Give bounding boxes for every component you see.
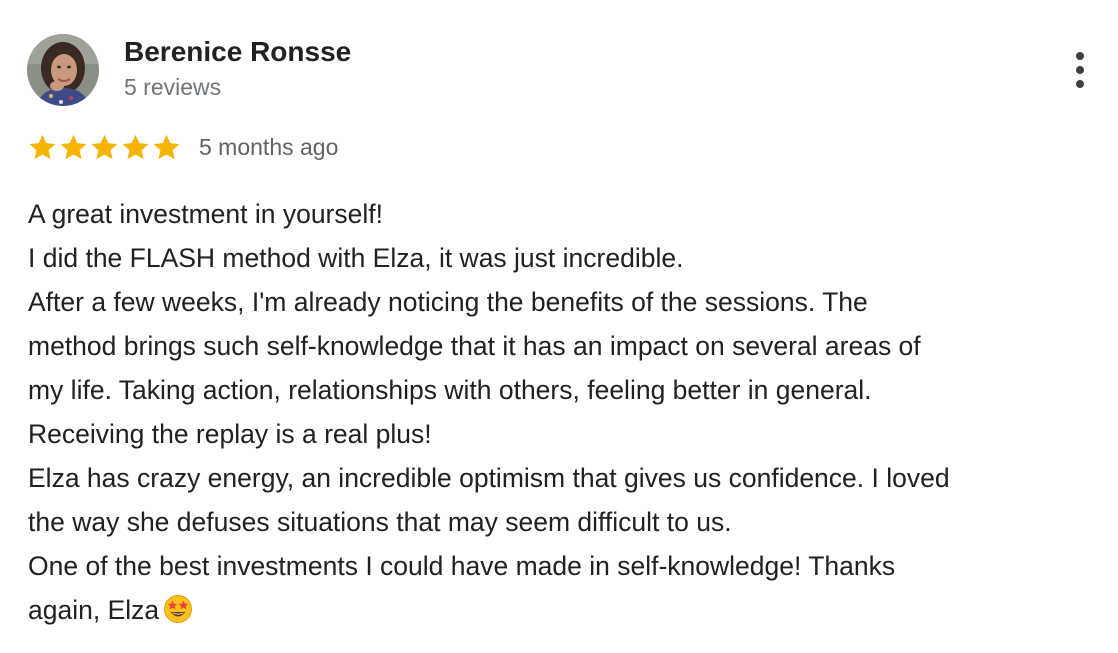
review-text: A great investment in yourself! I did th… — [28, 192, 1113, 632]
star-struck-emoji — [164, 595, 193, 623]
author-review-count[interactable]: 5 reviews — [124, 74, 221, 101]
star-rating — [27, 132, 182, 163]
star-icon — [29, 134, 56, 159]
review-line: my life. Taking action, relationships wi… — [28, 375, 872, 405]
review-date: 5 months ago — [199, 133, 339, 160]
review-line: A great investment in yourself! — [28, 199, 383, 229]
avatar[interactable] — [27, 34, 99, 106]
more-vert-icon — [1076, 52, 1084, 60]
rating-row: 5 months ago — [27, 130, 338, 164]
author-name[interactable]: Berenice Ronsse — [124, 36, 351, 68]
review-line: After a few weeks, I'm already noticing … — [28, 287, 868, 317]
more-options-button[interactable] — [1064, 48, 1096, 92]
review-line: One of the best investments I could have… — [28, 551, 896, 581]
more-vert-icon-dot — [1076, 80, 1084, 88]
review-line: method brings such self-knowledge that i… — [28, 331, 921, 361]
review-line: Receiving the replay is a real plus! — [28, 419, 432, 449]
review-card: Berenice Ronsse 5 reviews 5 months ago A… — [0, 0, 1118, 653]
star-icon — [153, 134, 180, 159]
review-line: Elza has crazy energy, an incredible opt… — [28, 463, 950, 493]
review-line: the way she defuses situations that may … — [28, 507, 732, 537]
star-icon — [91, 134, 118, 159]
avatar-photo — [27, 34, 99, 106]
more-vert-icon-dot — [1076, 66, 1084, 74]
review-line-last: again, Elza — [28, 588, 1113, 632]
review-line: I did the FLASH method with Elza, it was… — [28, 243, 684, 273]
star-icon — [60, 134, 87, 159]
review-line-text: again, Elza — [28, 595, 160, 625]
star-icon — [122, 134, 149, 159]
